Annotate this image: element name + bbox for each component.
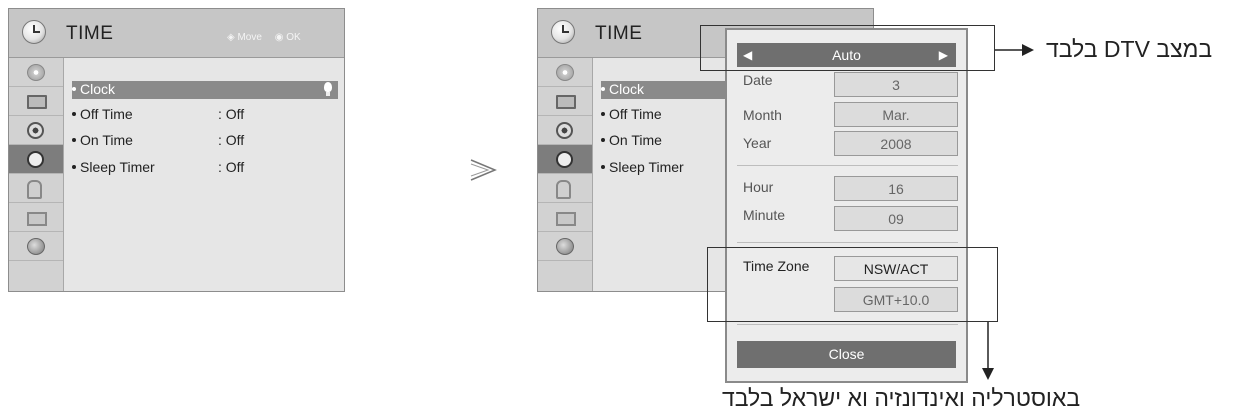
region-arrowhead-icon xyxy=(982,368,994,380)
dtv-only-note: במצב DTV בלבד xyxy=(1046,36,1213,62)
regions-only-note: באוסטרליה ואינדונזיה וא ישראל בלבד xyxy=(722,385,1081,411)
dtv-arrowhead-icon xyxy=(1022,44,1034,56)
